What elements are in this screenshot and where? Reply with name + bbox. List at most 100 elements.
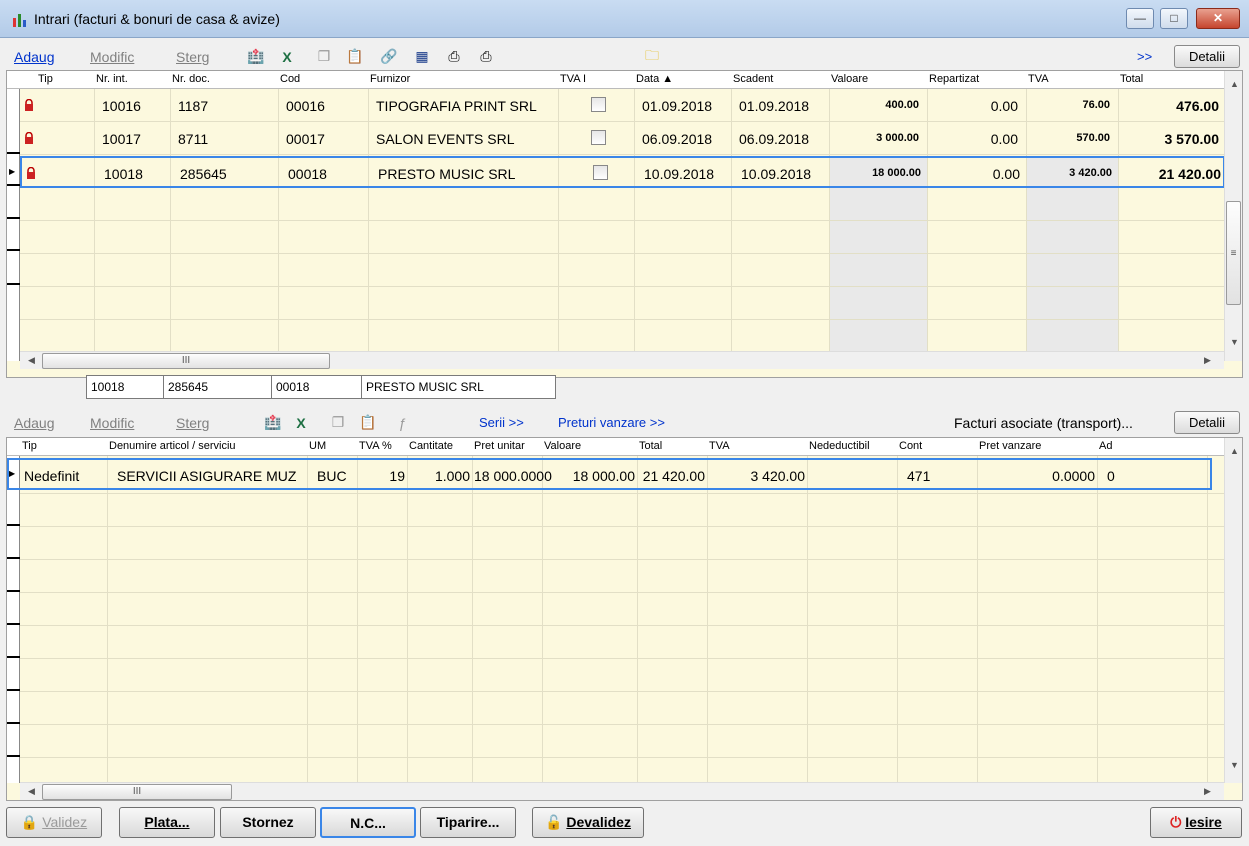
header-tip[interactable]: Tip bbox=[38, 73, 53, 85]
cell-furnizor: PRESTO MUSIC SRL bbox=[378, 166, 516, 182]
iesire-button[interactable]: ⏻ Iesire bbox=[1150, 807, 1242, 838]
header-total[interactable]: Total bbox=[1120, 73, 1143, 85]
invoices-vertical-scrollbar[interactable]: ▲ ≡ ▼ bbox=[1224, 71, 1242, 361]
header-pret-unitar[interactable]: Pret unitar bbox=[474, 440, 525, 452]
tva-i-checkbox[interactable] bbox=[591, 97, 606, 112]
header-nr-int[interactable]: Nr. int. bbox=[96, 73, 128, 85]
add-button[interactable]: Adaug bbox=[14, 49, 54, 65]
close-button[interactable]: ✕ bbox=[1196, 8, 1240, 29]
scroll-left-arrow[interactable]: ◀ bbox=[28, 355, 35, 366]
scroll-down-arrow[interactable]: ▼ bbox=[1230, 337, 1239, 347]
header-nedeductibil[interactable]: Nedeductibil bbox=[809, 440, 870, 452]
tiparire-button[interactable]: Tiparire... bbox=[420, 807, 516, 838]
header-um[interactable]: UM bbox=[309, 440, 326, 452]
header-valoare[interactable]: Valoare bbox=[544, 440, 581, 452]
lock-icon bbox=[27, 167, 35, 179]
preturi-vanzare-link[interactable]: Preturi vanzare >> bbox=[558, 415, 665, 430]
printer-icon[interactable]: ⎙ bbox=[445, 48, 463, 65]
folder-icon[interactable]: 🗀 bbox=[643, 47, 661, 65]
item-row[interactable]: Nedefinit SERVICII ASIGURARE MUZ BUC 19 1.00… bbox=[7, 458, 1212, 490]
invoices-grid-header: Tip Nr. int. Nr. doc. Cod Furnizor TVA I Data … bbox=[7, 71, 1242, 89]
invoice-row[interactable]: 10017 8711 00017 SALON EVENTS SRL 06.09.2018… bbox=[20, 123, 1225, 155]
minimize-button[interactable]: — bbox=[1126, 8, 1154, 29]
header-nr-doc[interactable]: Nr. doc. bbox=[172, 73, 210, 85]
header-tva-i[interactable]: TVA I bbox=[560, 73, 586, 85]
header-total[interactable]: Total bbox=[639, 440, 662, 452]
serii-link[interactable]: Serii >> bbox=[479, 415, 524, 430]
invoices-grid[interactable]: Tip Nr. int. Nr. doc. Cod Furnizor TVA I Data … bbox=[6, 70, 1243, 378]
header-cont[interactable]: Cont bbox=[899, 440, 922, 452]
cell-tva: 3 420.00 bbox=[1069, 167, 1112, 179]
delete-button[interactable]: Sterg bbox=[176, 49, 209, 65]
paste-icon[interactable]: 📋 bbox=[346, 48, 364, 65]
row-indicator-column bbox=[7, 456, 20, 783]
invoices-horizontal-scrollbar[interactable]: ◀ III ▶ bbox=[20, 351, 1224, 369]
tva-i-checkbox[interactable] bbox=[593, 165, 608, 180]
cell-repartizat: 0.00 bbox=[990, 131, 1018, 147]
item-details-button[interactable]: Detalii bbox=[1174, 411, 1240, 434]
scroll-thumb[interactable]: ≡ bbox=[1226, 201, 1241, 305]
items-horizontal-scrollbar[interactable]: ◀ III ▶ bbox=[20, 782, 1224, 800]
modify-button[interactable]: Modific bbox=[90, 49, 134, 65]
cell-tva: 3 420.00 bbox=[750, 468, 806, 484]
row-tick bbox=[7, 623, 20, 625]
copy-icon[interactable]: ❐ bbox=[329, 414, 347, 431]
header-cod[interactable]: Cod bbox=[280, 73, 300, 85]
details-button[interactable]: Detalii bbox=[1174, 45, 1240, 68]
cell-ad: 0 bbox=[1107, 468, 1115, 484]
header-repartizat[interactable]: Repartizat bbox=[929, 73, 979, 85]
cell-tva: 76.00 bbox=[1082, 99, 1110, 111]
nc-button[interactable]: N.C... bbox=[320, 807, 416, 838]
header-data[interactable]: Data ▲ bbox=[636, 73, 673, 85]
plata-button[interactable]: Plata... bbox=[119, 807, 215, 838]
calendar-icon[interactable]: ▦ bbox=[413, 48, 431, 65]
cell-repartizat: 0.00 bbox=[990, 98, 1018, 114]
copy-icon[interactable]: ❐ bbox=[315, 48, 333, 65]
scroll-right-arrow[interactable]: ▶ bbox=[1204, 355, 1211, 366]
binoculars-icon[interactable]: 🏥 bbox=[247, 48, 265, 65]
header-tva-pct[interactable]: TVA % bbox=[359, 440, 392, 452]
invoice-row[interactable]: 10016 1187 00016 TIPOGRAFIA PRINT SRL 01.09.… bbox=[20, 90, 1225, 122]
items-vertical-scrollbar[interactable]: ▲ ▼ bbox=[1224, 438, 1242, 783]
delete-item-button[interactable]: Sterg bbox=[176, 415, 209, 431]
header-cantitate[interactable]: Cantitate bbox=[409, 440, 453, 452]
binoculars-icon[interactable]: 🏥 bbox=[264, 414, 282, 431]
header-pret-vanzare[interactable]: Pret vanzare bbox=[979, 440, 1041, 452]
scroll-down-arrow[interactable]: ▼ bbox=[1230, 760, 1239, 770]
excel-export-icon[interactable]: X bbox=[292, 414, 310, 431]
stornez-button[interactable]: Stornez bbox=[220, 807, 316, 838]
header-tip[interactable]: Tip bbox=[22, 440, 37, 452]
header-ad[interactable]: Ad bbox=[1099, 440, 1112, 452]
tva-i-checkbox[interactable] bbox=[591, 130, 606, 145]
paste-icon[interactable]: 📋 bbox=[359, 414, 377, 431]
scroll-up-arrow[interactable]: ▲ bbox=[1230, 446, 1239, 456]
header-tva[interactable]: TVA bbox=[1028, 73, 1049, 85]
formula-icon[interactable]: ƒ bbox=[393, 414, 411, 431]
scroll-left-arrow[interactable]: ◀ bbox=[28, 786, 35, 797]
validez-button[interactable]: 🔒 Validez bbox=[6, 807, 102, 838]
items-grid[interactable]: Tip Denumire articol / serviciu UM TVA % Can… bbox=[6, 437, 1243, 801]
grid-hline bbox=[7, 658, 1227, 659]
header-scadent[interactable]: Scadent bbox=[733, 73, 773, 85]
h-scroll-thumb[interactable]: III bbox=[42, 784, 232, 800]
invoice-row[interactable]: 10018 285645 00018 PRESTO MUSIC SRL 10.09.20… bbox=[20, 156, 1225, 188]
modify-item-button[interactable]: Modific bbox=[90, 415, 134, 431]
cell-valoare: 18 000.00 bbox=[572, 468, 635, 484]
more-link[interactable]: >> bbox=[1137, 49, 1152, 64]
power-icon: ⏻ bbox=[1170, 814, 1182, 830]
cell-cantitate: 1.000 bbox=[434, 468, 470, 484]
maximize-button[interactable]: □ bbox=[1160, 8, 1188, 29]
h-scroll-thumb[interactable]: III bbox=[42, 353, 330, 369]
scroll-up-arrow[interactable]: ▲ bbox=[1230, 79, 1239, 89]
facturi-asociate-link[interactable]: Facturi asociate (transport)... bbox=[954, 415, 1133, 431]
header-tva[interactable]: TVA bbox=[709, 440, 730, 452]
excel-export-icon[interactable]: X bbox=[278, 48, 296, 65]
devalidez-button[interactable]: 🔓 Devalidez bbox=[532, 807, 644, 838]
add-item-button[interactable]: Adaug bbox=[14, 415, 54, 431]
header-furnizor[interactable]: Furnizor bbox=[370, 73, 410, 85]
printer-preview-icon[interactable]: ⎙ bbox=[477, 48, 495, 65]
scroll-right-arrow[interactable]: ▶ bbox=[1204, 786, 1211, 797]
header-valoare[interactable]: Valoare bbox=[831, 73, 868, 85]
header-denumire[interactable]: Denumire articol / serviciu bbox=[109, 440, 236, 452]
link-icon[interactable]: 🔗 bbox=[380, 48, 398, 65]
